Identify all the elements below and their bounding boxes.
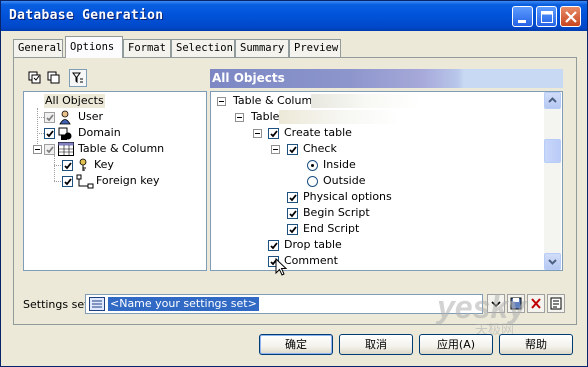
object-type-tree[interactable]: All Objects User Domain Table & Column K… xyxy=(23,91,207,271)
cancel-button[interactable]: 取消 xyxy=(339,334,413,355)
tree-item-user[interactable]: User xyxy=(78,110,103,124)
domain-icon xyxy=(58,127,72,140)
window-title: Database Generation xyxy=(9,8,164,23)
checkbox-check[interactable] xyxy=(287,144,298,155)
filter-tree-button[interactable] xyxy=(69,69,87,87)
close-button[interactable] xyxy=(560,6,581,27)
tree-connector xyxy=(37,133,44,134)
tree-item-key[interactable]: Key xyxy=(94,158,114,172)
option-drop-table[interactable]: Drop table xyxy=(284,238,342,252)
checkbox-begin-script[interactable] xyxy=(287,208,298,219)
collapse-check[interactable] xyxy=(271,145,280,154)
scroll-down-button[interactable] xyxy=(544,253,561,270)
tree-filter-icon xyxy=(72,72,83,84)
option-group-table-column[interactable]: Table & Column xyxy=(233,94,319,108)
tab-selection[interactable]: Selection xyxy=(171,39,235,57)
option-create-table[interactable]: Create table xyxy=(284,126,352,140)
checkbox-user[interactable] xyxy=(44,112,55,123)
foreign-key-icon xyxy=(76,174,94,189)
collapse-table-options[interactable] xyxy=(235,113,244,122)
checkbox-foreign-key[interactable] xyxy=(62,176,73,187)
deselect-all-button[interactable] xyxy=(45,69,63,87)
option-group-table[interactable]: Table xyxy=(251,110,279,124)
tree-item-domain[interactable]: Domain xyxy=(78,126,121,140)
deselect-all-icon xyxy=(47,71,60,84)
option-inside[interactable]: Inside xyxy=(323,158,356,172)
tree-item-table-column[interactable]: Table & Column xyxy=(78,142,164,156)
user-icon xyxy=(59,110,71,125)
checkbox-end-script[interactable] xyxy=(287,224,298,235)
maximize-icon xyxy=(541,11,553,23)
options-header-title: All Objects xyxy=(212,71,285,85)
settings-set-value[interactable]: <Name your settings set> xyxy=(108,297,259,311)
highlight-fade xyxy=(279,110,399,124)
tab-options[interactable]: Options xyxy=(65,36,123,58)
select-all-button[interactable] xyxy=(26,69,44,87)
ok-button[interactable]: 确定 xyxy=(259,334,333,355)
settings-set-label: Settings set: xyxy=(23,298,93,311)
options-scrollbar[interactable] xyxy=(544,92,561,270)
svg-text:yesky: yesky xyxy=(435,289,528,325)
settings-set-combo[interactable]: <Name your settings set> xyxy=(85,294,483,314)
options-tree[interactable]: Table & Column Table Create table Check … xyxy=(210,91,563,276)
checkbox-key[interactable] xyxy=(62,160,73,171)
tab-preview[interactable]: Preview xyxy=(289,39,341,57)
scroll-up-button[interactable] xyxy=(544,92,561,109)
option-physical-options[interactable]: Physical options xyxy=(303,190,392,204)
option-end-script[interactable]: End Script xyxy=(303,222,359,236)
maximize-button[interactable] xyxy=(536,6,557,27)
checkbox-physical-options[interactable] xyxy=(287,192,298,203)
highlight-fade xyxy=(311,94,421,108)
radio-inside[interactable] xyxy=(307,160,318,171)
select-all-icon xyxy=(28,71,41,84)
option-begin-script[interactable]: Begin Script xyxy=(303,206,370,220)
tab-summary[interactable]: Summary xyxy=(235,39,289,57)
checkbox-create-table[interactable] xyxy=(268,128,279,139)
checkbox-domain[interactable] xyxy=(44,128,55,139)
options-header: All Objects xyxy=(210,69,563,88)
minimize-button[interactable] xyxy=(512,6,533,27)
collapse-create-table[interactable] xyxy=(253,129,262,138)
mouse-cursor-icon xyxy=(275,258,288,276)
yesky-watermark-logo: yesky 天极网 xyxy=(435,289,528,337)
option-comment[interactable]: Comment xyxy=(284,254,338,268)
key-icon xyxy=(79,158,87,171)
tab-format[interactable]: Format xyxy=(123,39,171,57)
tree-connector xyxy=(54,155,55,181)
apply-button[interactable]: 应用(A) xyxy=(419,334,493,355)
help-button[interactable]: 帮助 xyxy=(499,334,573,355)
tree-connector xyxy=(54,165,61,166)
tree-root-all-objects[interactable]: All Objects xyxy=(44,94,105,108)
collapse-table-column[interactable] xyxy=(33,145,42,154)
settings-set-icon xyxy=(89,297,105,311)
chevron-up-icon xyxy=(548,97,557,103)
scroll-thumb[interactable] xyxy=(544,139,561,163)
dialog-window: Database Generation General Options Form… xyxy=(0,0,588,367)
close-icon xyxy=(565,11,577,23)
option-outside[interactable]: Outside xyxy=(323,174,365,188)
checkbox-drop-table[interactable] xyxy=(268,240,279,251)
tree-connector xyxy=(54,181,61,182)
tab-general[interactable]: General xyxy=(13,39,63,57)
tree-connector xyxy=(37,108,38,150)
tree-connector xyxy=(37,117,44,118)
option-check[interactable]: Check xyxy=(303,142,337,156)
collapse-table-column-options[interactable] xyxy=(217,97,226,106)
table-icon xyxy=(58,142,74,156)
tree-item-foreign-key[interactable]: Foreign key xyxy=(96,174,159,188)
minimize-icon xyxy=(518,20,526,23)
chevron-down-icon xyxy=(548,259,557,265)
checkbox-table-column[interactable] xyxy=(44,144,55,155)
radio-outside[interactable] xyxy=(307,176,318,187)
title-bar[interactable]: Database Generation xyxy=(1,1,587,31)
